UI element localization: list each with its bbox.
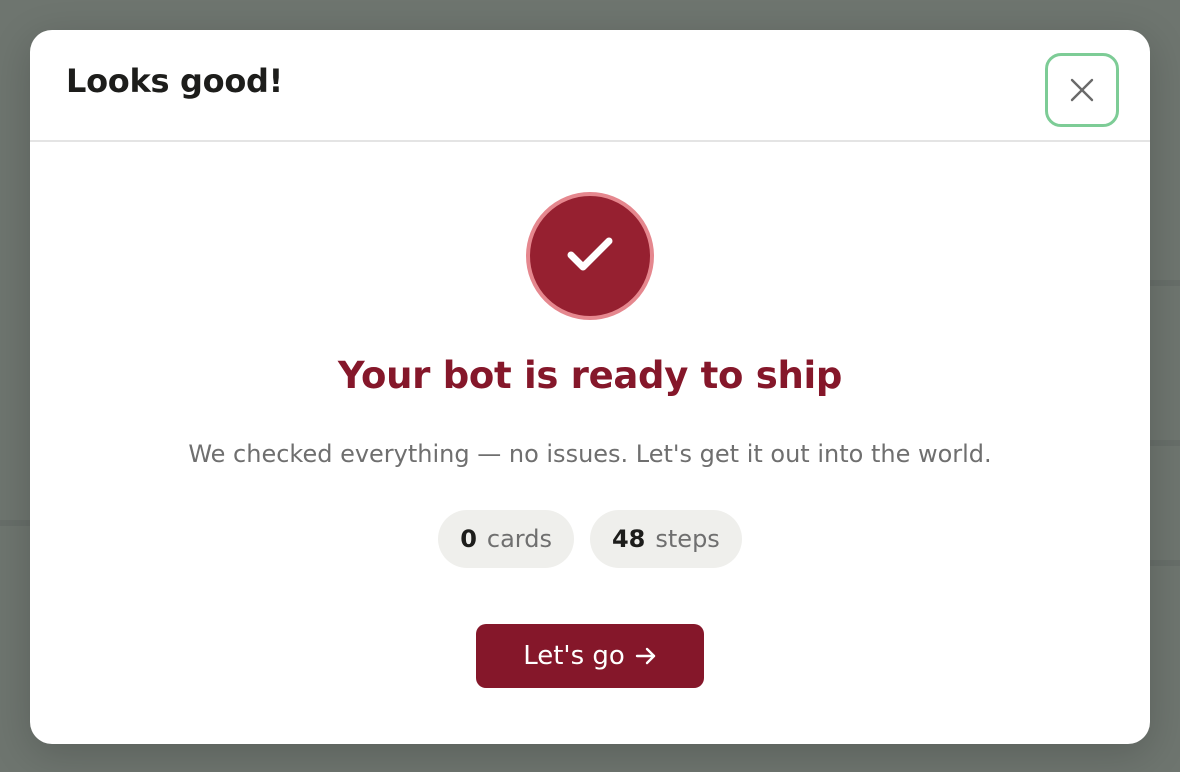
result-message: We checked everything — no issues. Let's… [188,440,992,468]
stat-pill-cards: 0 cards [438,510,574,568]
dialog-header: Looks good! [30,30,1150,142]
backdrop-line [1150,440,1180,446]
stat-value: 0 [460,525,477,553]
close-icon [1069,77,1095,103]
success-badge [526,192,654,320]
arrow-right-icon [635,647,657,665]
stat-label: steps [655,525,720,553]
stat-pill-steps: 48 steps [589,510,742,568]
dialog-title: Looks good! [66,62,283,100]
stats-row: 0 cards 48 steps [30,510,1150,568]
backdrop-line [1150,280,1180,286]
stat-value: 48 [611,525,646,553]
success-dialog: Looks good! Your bot is ready to ship We… [30,30,1150,744]
close-button[interactable] [1045,53,1119,127]
result-headline: Your bot is ready to ship [337,354,843,397]
backdrop-line [0,520,30,526]
backdrop-line [1150,560,1180,566]
checkmark-icon [565,234,615,279]
stat-label: cards [486,525,552,553]
lets-go-label: Let's go [523,641,625,671]
lets-go-button[interactable]: Let's go [476,624,704,688]
